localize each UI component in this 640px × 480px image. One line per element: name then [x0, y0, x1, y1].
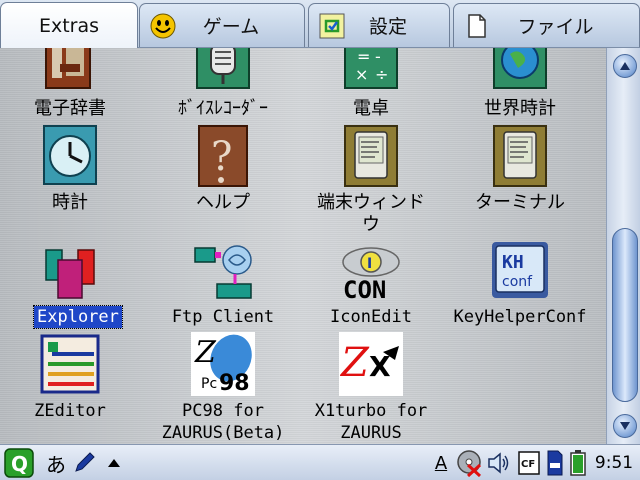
explorer-icon — [45, 249, 95, 299]
input-mode-button[interactable]: あ — [42, 445, 70, 480]
tab-bar: Extras ゲーム 設定 ファイル — [0, 0, 640, 48]
tab-games[interactable]: ゲーム — [139, 3, 305, 47]
app-label: ターミナル — [475, 192, 565, 213]
svg-text:CF: CF — [521, 459, 535, 470]
app-label: KeyHelperConf — [453, 307, 587, 327]
tab-label: Extras — [38, 14, 100, 37]
svg-text:KH: KH — [502, 252, 524, 273]
handwriting-button[interactable] — [70, 445, 98, 480]
cd-muted-icon — [457, 450, 482, 477]
scroll-down-button[interactable] — [613, 414, 637, 438]
settings-icon — [319, 13, 345, 39]
svg-text:×: × — [355, 65, 368, 84]
svg-text:=: = — [357, 48, 370, 66]
clock-text: 9:51 — [594, 453, 634, 473]
sd-card-indicator[interactable] — [544, 445, 566, 480]
terminal-icon — [493, 125, 547, 187]
scroll-up-button[interactable] — [613, 54, 637, 78]
battery-icon — [570, 450, 586, 476]
sd-card-icon — [547, 450, 563, 476]
speaker-icon — [488, 452, 509, 474]
clock[interactable]: 9:51 — [592, 445, 636, 480]
text-a-label: A — [434, 452, 448, 474]
svg-text:98: 98 — [219, 371, 250, 396]
app-label: 電卓 — [353, 98, 389, 119]
app-label: 端末ウィンド ウ — [317, 192, 425, 235]
scroll-thumb[interactable] — [612, 228, 638, 402]
terminal-window-icon — [344, 125, 398, 187]
svg-text:-: - — [375, 48, 381, 66]
svg-text:?: ? — [211, 134, 232, 180]
qtopia-logo-icon: Q — [4, 448, 34, 478]
svg-text:Z: Z — [339, 340, 370, 386]
tab-extras[interactable]: Extras — [0, 2, 138, 48]
app-label: ﾎﾞｲｽﾚｺｰﾀﾞｰ — [178, 98, 268, 119]
zeditor-icon — [40, 334, 100, 394]
volume-control[interactable] — [485, 445, 513, 480]
tab-label: ゲーム — [202, 16, 260, 38]
vertical-scrollbar[interactable] — [606, 48, 640, 444]
svg-text:conf: conf — [502, 274, 533, 290]
media-indicator[interactable] — [456, 445, 484, 480]
ftp-client-icon — [194, 245, 252, 299]
app-label: 世界時計 — [484, 98, 556, 119]
start-button[interactable]: Q — [2, 445, 36, 480]
world-clock-icon — [493, 48, 547, 89]
tab-label: ファイル — [517, 16, 594, 38]
svg-text:I: I — [367, 256, 372, 272]
calculator-icon: = - × ÷ — [344, 48, 398, 89]
tab-settings[interactable]: 設定 — [308, 3, 450, 47]
svg-text:Z: Z — [194, 335, 217, 370]
battery-indicator[interactable] — [567, 445, 589, 480]
cf-card-icon: CF — [518, 451, 540, 475]
app-label: 電子辞書 — [34, 98, 106, 119]
app-label: PC98 for ZAURUS(Beta) — [161, 401, 285, 443]
pc98-icon: Z Pc 98 — [191, 332, 255, 396]
voice-recorder-icon — [196, 48, 250, 89]
keyboard-indicator[interactable]: A — [428, 445, 454, 480]
app-label: ZEditor — [34, 401, 106, 421]
app-label: Ftp Client — [171, 307, 275, 327]
help-icon: ? — [198, 125, 248, 187]
pen-icon — [75, 452, 95, 472]
keyhelper-conf-icon: KH conf — [492, 242, 548, 298]
taskbar: Q あ A CF 9:51 — [0, 444, 640, 480]
smiley-icon — [150, 13, 176, 39]
app-label: X1turbo for ZAURUS — [314, 401, 428, 443]
cf-card-indicator[interactable]: CF — [516, 445, 542, 480]
svg-text:Q: Q — [11, 452, 28, 476]
dictionary-icon — [45, 48, 91, 89]
app-label: IconEdit — [330, 307, 412, 327]
clock-icon — [43, 125, 97, 185]
arrow-up-icon — [620, 62, 630, 70]
launcher-grid: 電子辞書 ﾎﾞｲｽﾚｺｰﾀﾞｰ = - × ÷ 電卓 世界時計 時計 ? ヘルプ… — [0, 48, 606, 444]
file-icon — [468, 14, 486, 38]
triangle-up-icon — [108, 459, 120, 467]
x1turbo-icon: Z X — [339, 332, 403, 396]
tab-label: 設定 — [368, 16, 407, 38]
svg-text:Pc: Pc — [201, 376, 217, 392]
input-method-menu[interactable] — [102, 445, 126, 480]
tab-files[interactable]: ファイル — [453, 3, 640, 47]
arrow-down-icon — [620, 422, 630, 430]
svg-text:÷: ÷ — [375, 65, 388, 84]
app-label: 時計 — [52, 192, 88, 213]
svg-text:CON: CON — [343, 276, 386, 302]
app-label: Explorer — [33, 305, 123, 329]
app-label: ヘルプ — [196, 192, 250, 213]
icon-edit-icon: I CON — [342, 247, 400, 302]
